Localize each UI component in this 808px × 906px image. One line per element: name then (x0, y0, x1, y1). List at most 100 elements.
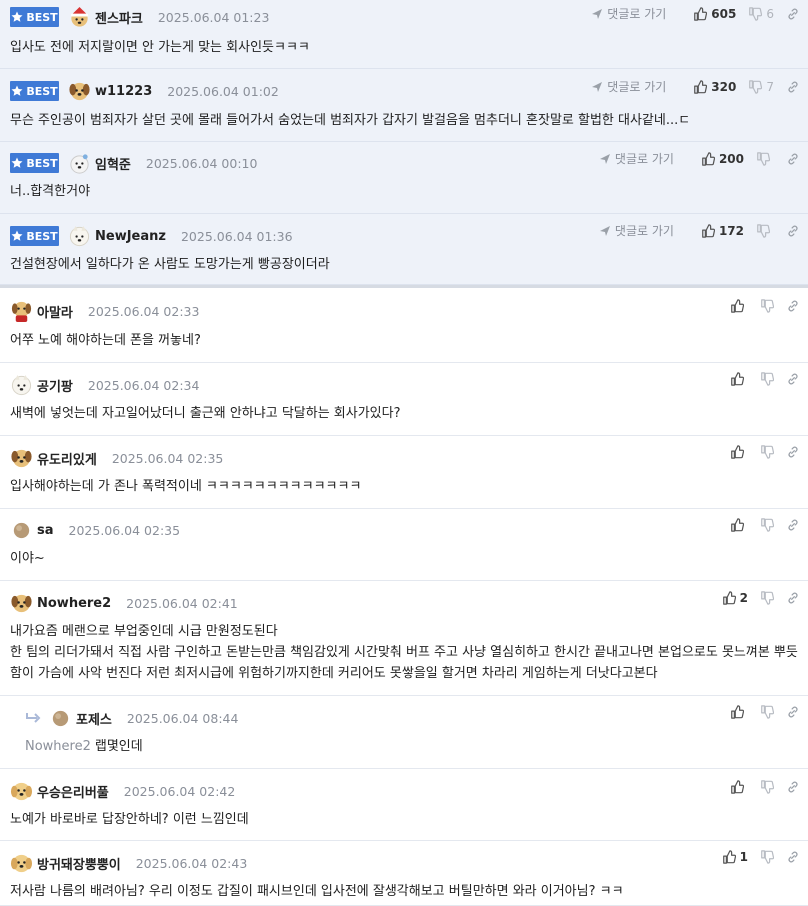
nickname[interactable]: w11223 (95, 84, 152, 99)
link-icon (786, 518, 800, 532)
like-button[interactable] (730, 372, 748, 386)
comment-actions: 댓글로 가기 605 6 (591, 5, 800, 22)
comment: 아말라 2025.06.04 02:33 어쭈 노예 해야하는데 폰을 꺼놓네? (0, 288, 808, 363)
comment-text: 내가요즘 메랜으로 부업중인데 시급 만원정도된다 한 팀의 리더가돼서 직접 … (10, 624, 798, 681)
link-button[interactable] (786, 372, 800, 386)
link-button[interactable] (786, 299, 800, 313)
comment-date: 2025.06.04 02:41 (126, 595, 238, 611)
like-button[interactable]: 605 (693, 7, 736, 21)
dislike-button[interactable] (760, 780, 774, 794)
link-button[interactable] (786, 152, 800, 166)
like-button[interactable] (730, 780, 748, 794)
nickname[interactable]: 임혁준 (95, 154, 131, 173)
avatar[interactable] (10, 852, 33, 875)
avatar[interactable] (10, 300, 33, 323)
link-icon (786, 152, 800, 166)
dislike-button[interactable]: 7 (748, 80, 774, 94)
dislike-button[interactable] (760, 372, 774, 386)
comment-date: 2025.06.04 01:36 (180, 228, 293, 244)
thumbs-up-icon (730, 705, 744, 719)
dislike-button[interactable]: 6 (748, 7, 774, 21)
comment-body: 노예가 바로바로 답장안하네? 이런 느낌인데 (10, 809, 800, 830)
star-icon (11, 157, 26, 169)
comment-header: 우승은리버풀 2025.06.04 02:42 (10, 781, 235, 801)
link-button[interactable] (786, 80, 800, 94)
nickname[interactable]: 젠스파크 (95, 8, 143, 27)
like-button[interactable]: 200 (701, 152, 744, 166)
avatar[interactable] (68, 152, 91, 175)
link-button[interactable] (786, 224, 800, 238)
like-button[interactable] (730, 299, 748, 313)
dislike-button[interactable] (760, 850, 774, 864)
thumbs-down-icon (756, 151, 770, 166)
comment-actions (718, 445, 800, 459)
link-button[interactable] (786, 7, 800, 21)
comment-header: 포제스 2025.06.04 08:44 (25, 708, 238, 728)
comment-text: 건설현장에서 일하다가 온 사람도 도망가는게 빵공장이더라 (10, 257, 330, 272)
dislike-button[interactable] (760, 445, 774, 459)
avatar[interactable] (68, 6, 91, 29)
link-button[interactable] (786, 705, 800, 719)
thumbs-up-icon (693, 6, 708, 21)
avatar[interactable] (49, 707, 72, 730)
comment: 우승은리버풀 2025.06.04 02:42 노예가 바로바로 답장안하네? 이런… (0, 769, 808, 841)
link-icon (786, 445, 800, 459)
avatar[interactable] (68, 80, 91, 103)
avatar[interactable] (10, 447, 33, 470)
comment-body: 너..합격한거야 (10, 181, 800, 202)
like-button[interactable] (730, 705, 748, 719)
comment-actions (718, 780, 800, 794)
goto-comment-link[interactable]: 댓글로 가기 (599, 222, 674, 239)
dislike-button[interactable] (760, 518, 774, 532)
comment-actions: 댓글로 가기 200 (599, 150, 800, 167)
nickname[interactable]: 아말라 (37, 302, 73, 321)
link-button[interactable] (786, 518, 800, 532)
nickname[interactable]: 공기팡 (37, 376, 73, 395)
avatar[interactable] (68, 225, 91, 248)
like-button[interactable]: 320 (693, 80, 736, 94)
dislike-button[interactable] (760, 591, 774, 605)
comment-body: 새벽에 넣엇는데 자고일어났더니 출근왜 안하냐고 닥달하는 회사가있다? (10, 403, 800, 424)
dislike-count: 6 (766, 6, 774, 21)
nickname[interactable]: sa (37, 523, 54, 538)
link-icon (786, 780, 800, 794)
avatar[interactable] (10, 780, 33, 803)
avatar[interactable] (10, 519, 33, 542)
avatar[interactable] (10, 374, 33, 397)
thumbs-up-icon (730, 780, 744, 794)
nickname[interactable]: NewJeanz (95, 229, 166, 244)
like-button[interactable] (730, 445, 748, 459)
nickname[interactable]: 우승은리버풀 (37, 782, 109, 801)
like-button[interactable]: 172 (701, 224, 744, 238)
goto-comment-label: 댓글로 가기 (607, 80, 667, 94)
link-button[interactable] (786, 850, 800, 864)
dislike-button[interactable] (760, 299, 774, 313)
dislike-button[interactable] (756, 223, 774, 238)
nickname[interactable]: 유도리있게 (37, 449, 97, 468)
link-button[interactable] (786, 445, 800, 459)
comment-actions (718, 518, 800, 532)
dislike-button[interactable] (756, 151, 774, 166)
comment-body: 입사도 전에 저지랄이면 안 가는게 맞는 회사인듯ㅋㅋㅋ (10, 37, 800, 58)
best-badge: BEST (10, 226, 59, 246)
like-button[interactable]: 1 (722, 850, 748, 864)
reply-mention[interactable]: Nowhere2 (25, 739, 91, 754)
goto-comment-link[interactable]: 댓글로 가기 (591, 5, 666, 22)
like-count: 172 (718, 223, 744, 238)
comment-body: 저사람 나름의 배려아님? 우리 이정도 갑질이 패시브인데 입사전에 잘생각해… (10, 881, 800, 902)
link-button[interactable] (786, 780, 800, 794)
goto-comment-link[interactable]: 댓글로 가기 (591, 78, 666, 95)
best-badge-label: BEST (26, 84, 58, 98)
nickname[interactable]: Nowhere2 (37, 596, 111, 611)
goto-comment-link[interactable]: 댓글로 가기 (599, 150, 674, 167)
nickname[interactable]: 포제스 (76, 709, 112, 728)
like-button[interactable] (730, 518, 748, 532)
star-icon (11, 85, 26, 97)
nickname[interactable]: 방귀돼장뿡뿡이 (37, 854, 121, 873)
comment-body: Nowhere2 랩몇인데 (25, 736, 800, 757)
like-button[interactable]: 2 (722, 591, 748, 605)
dislike-button[interactable] (760, 705, 774, 719)
avatar[interactable] (10, 592, 33, 615)
comment-date: 2025.06.04 01:02 (167, 83, 279, 99)
link-button[interactable] (786, 591, 800, 605)
